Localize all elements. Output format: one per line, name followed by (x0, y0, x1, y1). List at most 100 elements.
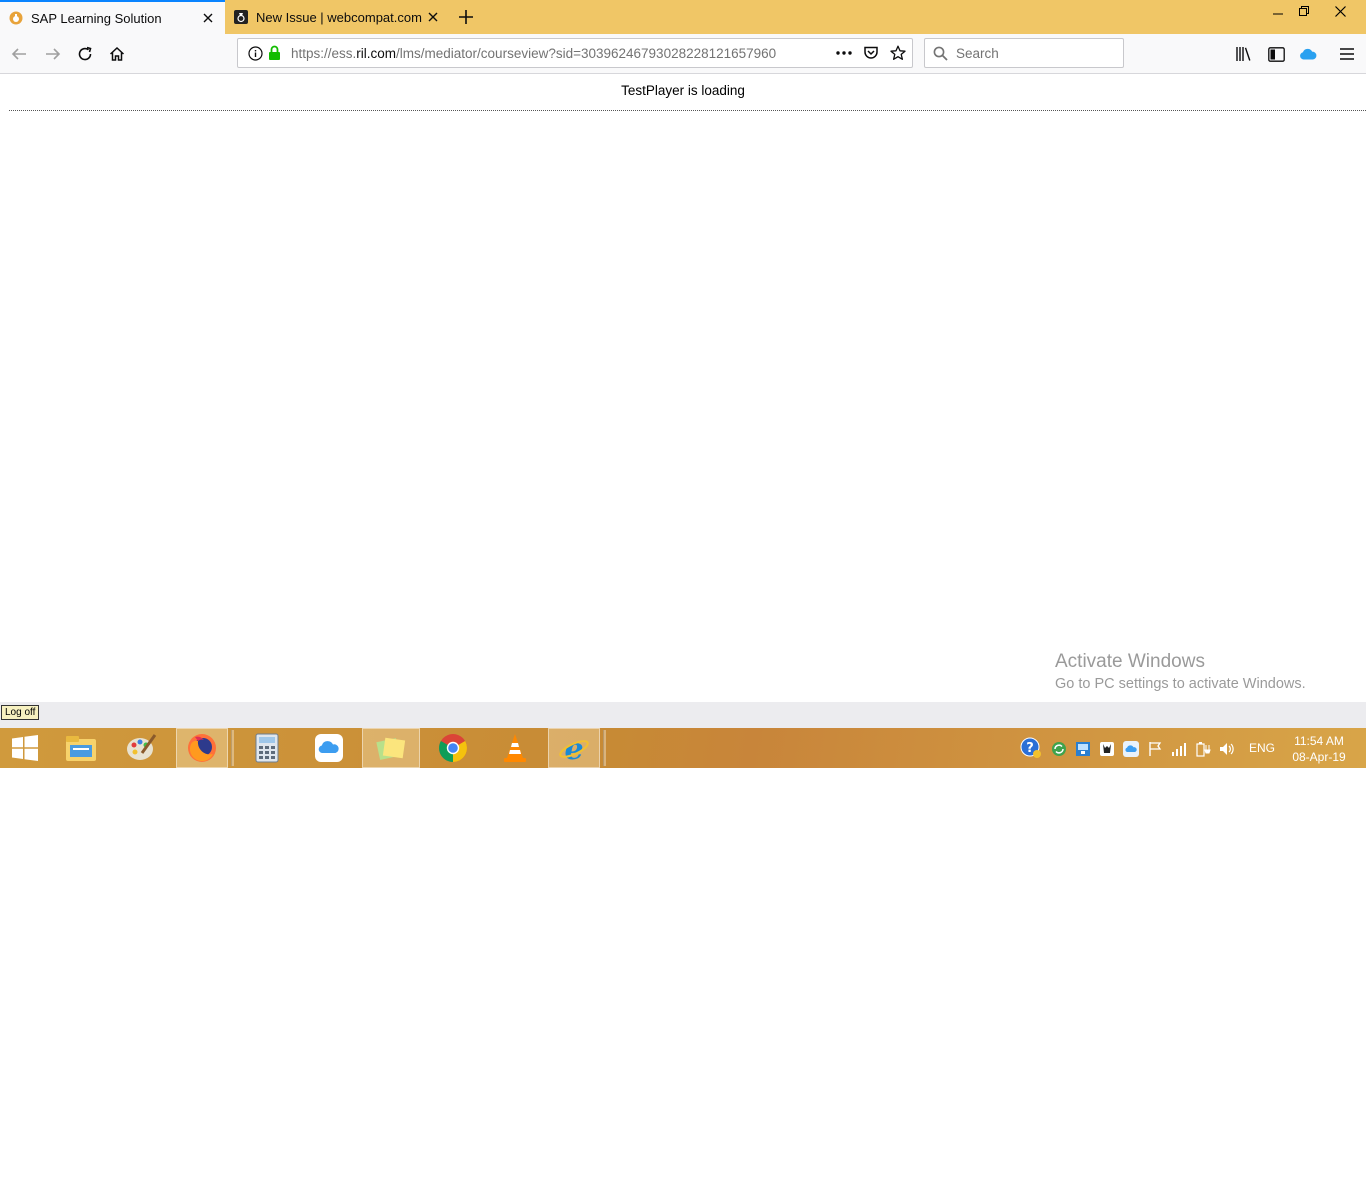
search-icon (933, 46, 948, 61)
close-icon (1334, 5, 1346, 17)
reload-button[interactable] (71, 40, 99, 68)
search-placeholder: Search (956, 46, 999, 61)
reload-icon (78, 46, 92, 61)
cloud-extension-button[interactable] (1294, 40, 1322, 68)
taskbar-icloud[interactable] (306, 728, 352, 768)
sync-icon (1052, 742, 1066, 756)
pocket-icon[interactable] (863, 45, 879, 61)
flag-icon (1149, 742, 1162, 756)
vlc-cone-icon (504, 734, 526, 762)
hamburger-menu-icon (1340, 48, 1354, 60)
sidebar-button[interactable] (1262, 40, 1290, 68)
search-box[interactable]: Search (924, 38, 1124, 68)
watermark-subtitle: Go to PC settings to activate Windows. (1055, 676, 1306, 692)
close-window-button[interactable] (1327, 0, 1353, 22)
back-arrow-icon (11, 48, 26, 60)
clock-time: 11:54 AM (1294, 734, 1344, 748)
help-icon: ? (1020, 737, 1041, 758)
battery-tray-icon[interactable] (1194, 740, 1212, 758)
windows-taskbar: e ? ENG 11:54 AM 08-Apr-19 (0, 728, 1366, 768)
url-prefix: https://ess. (291, 46, 357, 61)
tab-sap-learning-solution[interactable]: SAP Learning Solution (0, 0, 225, 34)
chrome-icon (439, 734, 467, 762)
icloud-small-icon (1123, 741, 1139, 757)
taskbar-chrome[interactable] (430, 728, 476, 768)
action-center-tray-icon[interactable] (1146, 740, 1164, 758)
taskbar-internet-explorer[interactable]: e (548, 728, 600, 768)
taskbar-separator (229, 728, 235, 768)
loading-message: TestPlayer is loading (621, 83, 745, 98)
icloud-icon (315, 734, 343, 762)
calculator-icon (255, 733, 279, 763)
navigation-toolbar: https://ess.ril.com/lms/mediator/coursev… (0, 34, 1366, 74)
webcompat-favicon-icon (234, 10, 248, 24)
wolf-security-icon (1100, 742, 1114, 756)
minimize-icon (1273, 13, 1283, 15)
signal-bars-icon (1172, 743, 1186, 756)
log-off-button[interactable]: Log off (1, 705, 40, 720)
file-explorer-icon (66, 736, 96, 761)
url-text[interactable]: https://ess.ril.com/lms/mediator/coursev… (291, 46, 811, 61)
tab-strip: SAP Learning Solution New Issue | webcom… (0, 0, 1366, 34)
taskbar-paint[interactable] (118, 728, 164, 768)
network-monitor-icon (1076, 742, 1090, 756)
taskbar-vlc[interactable] (492, 728, 538, 768)
taskbar-sticky-notes[interactable] (362, 728, 420, 768)
tab-title: SAP Learning Solution (31, 10, 162, 26)
clock-date: 08-Apr-19 (1292, 750, 1346, 764)
icloud-tray-icon[interactable] (1122, 740, 1140, 758)
network-manager-tray-icon[interactable] (1074, 740, 1092, 758)
svg-text:?: ? (1026, 741, 1034, 756)
tab-title: New Issue | webcompat.com (256, 9, 422, 25)
address-bar[interactable]: https://ess.ril.com/lms/mediator/coursev… (237, 38, 913, 68)
page-content: TestPlayer is loading Activate Windows G… (0, 74, 1366, 702)
forward-button[interactable] (39, 40, 67, 68)
tab-new-issue-webcompat[interactable]: New Issue | webcompat.com (225, 0, 450, 34)
forward-arrow-icon (46, 48, 61, 60)
sidebar-icon (1267, 46, 1285, 62)
dotted-divider (9, 110, 1366, 111)
page-actions-icon[interactable] (835, 46, 853, 60)
minimize-button[interactable] (1265, 0, 1291, 22)
home-button[interactable] (103, 40, 131, 68)
security-tray-icon[interactable] (1098, 740, 1116, 758)
wifi-tray-icon[interactable] (1170, 740, 1188, 758)
windows-logo-icon (12, 735, 38, 761)
lock-icon[interactable] (268, 45, 281, 61)
firefox-icon (188, 734, 216, 762)
paint-palette-icon (127, 734, 157, 760)
taskbar-separator (601, 728, 607, 768)
taskbar-calculator[interactable] (244, 728, 290, 768)
url-host: ril.com (356, 46, 397, 61)
close-tab-icon[interactable] (424, 8, 442, 26)
sap-favicon-icon (9, 11, 23, 25)
speaker-icon (1220, 743, 1234, 755)
bookmark-star-icon[interactable] (890, 45, 906, 61)
input-language-indicator[interactable]: ENG (1249, 741, 1275, 755)
taskbar-firefox[interactable] (176, 728, 228, 768)
start-button[interactable] (4, 728, 46, 768)
watermark-title: Activate Windows (1055, 651, 1205, 672)
home-icon (109, 46, 125, 61)
restore-icon (1299, 6, 1309, 16)
sticky-notes-icon (376, 737, 406, 760)
menu-button[interactable] (1333, 40, 1361, 68)
info-icon[interactable] (248, 46, 263, 61)
taskbar-file-explorer[interactable] (58, 728, 104, 768)
library-button[interactable] (1230, 40, 1258, 68)
help-tray-icon[interactable]: ? (1019, 736, 1043, 760)
sync-tray-icon[interactable] (1050, 740, 1068, 758)
restore-button[interactable] (1291, 0, 1317, 22)
close-tab-icon[interactable] (199, 9, 217, 27)
battery-plug-icon (1196, 742, 1211, 757)
back-button[interactable] (5, 40, 33, 68)
system-clock[interactable]: 11:54 AM 08-Apr-19 (1286, 733, 1352, 765)
new-tab-button[interactable] (454, 5, 478, 29)
status-strip: Log off (0, 702, 1366, 728)
internet-explorer-icon: e (559, 732, 589, 764)
volume-tray-icon[interactable] (1218, 740, 1236, 758)
activate-windows-watermark: Activate Windows Go to PC settings to ac… (1055, 651, 1306, 692)
plus-icon (459, 10, 473, 24)
url-path: /lms/mediator/courseview?sid=30396246793… (396, 46, 777, 61)
cloud-icon (1300, 48, 1317, 60)
